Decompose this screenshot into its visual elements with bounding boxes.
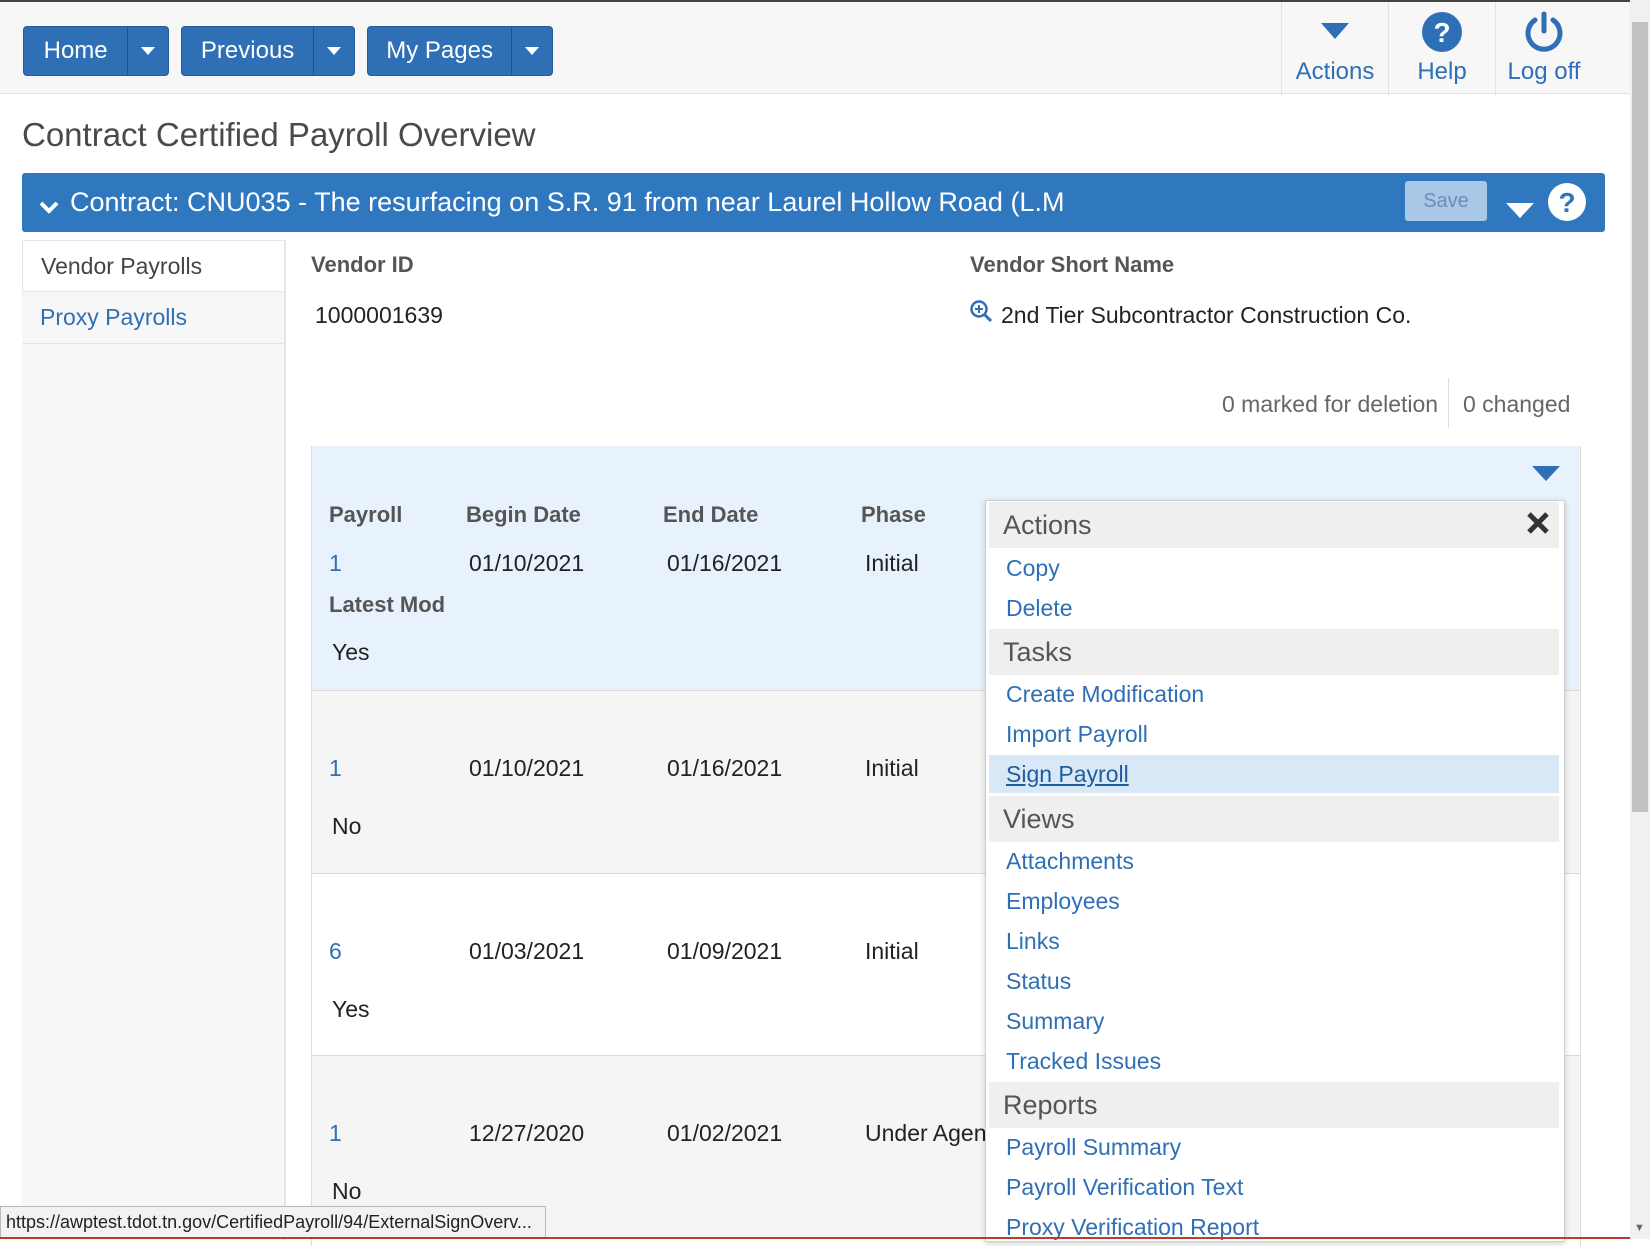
power-icon: [1523, 6, 1565, 58]
menu-section-reports: Reports: [989, 1082, 1559, 1128]
actions-dropdown-menu: Actions Copy Delete Tasks Create Modific…: [985, 500, 1565, 1242]
my-pages-button[interactable]: My Pages: [367, 26, 553, 76]
contract-title: Contract: CNU035 - The resurfacing on S.…: [70, 187, 1065, 217]
top-toolbar: Home Previous My Pages Actions ? Help Lo…: [0, 0, 1630, 96]
latest-mod-cell: Yes: [332, 639, 370, 665]
contract-menu-caret-icon[interactable]: [1506, 195, 1534, 226]
scroll-down-arrow-icon[interactable]: ▼: [1634, 1222, 1645, 1234]
column-header-end-date: End Date: [663, 502, 759, 527]
menu-section-views: Views: [989, 796, 1559, 842]
begin-date-cell: 01/10/2021: [469, 755, 585, 781]
begin-date-cell: 01/10/2021: [469, 550, 585, 576]
row-menu-caret-icon[interactable]: [1532, 466, 1560, 487]
caret-down-icon: [1321, 6, 1349, 58]
marked-for-deletion-count: 0 marked for deletion: [1222, 391, 1439, 417]
phase-cell: Initial: [865, 755, 919, 781]
previous-button[interactable]: Previous: [181, 26, 355, 76]
column-header-begin-date: Begin Date: [466, 502, 581, 527]
sidebar-item-vendor-payrolls[interactable]: Vendor Payrolls: [22, 240, 284, 292]
scrollbar-thumb[interactable]: [1632, 22, 1648, 812]
vendor-id-label: Vendor ID: [311, 252, 414, 277]
payroll-link[interactable]: 1: [329, 1120, 342, 1147]
payroll-link[interactable]: 6: [329, 938, 342, 965]
vendor-short-name-value: 2nd Tier Subcontractor Construction Co.: [1001, 302, 1412, 328]
vendor-short-name-label: Vendor Short Name: [970, 252, 1175, 277]
column-header-payroll: Payroll: [329, 502, 403, 527]
actions-toolbar-button[interactable]: Actions: [1281, 2, 1388, 96]
latest-mod-cell: No: [332, 1178, 362, 1204]
latest-mod-cell: No: [332, 813, 362, 839]
status-bar-url: https://awptest.tdot.tn.gov/CertifiedPay…: [0, 1206, 546, 1239]
menu-section-views-label: Views: [1003, 803, 1075, 834]
previous-button-label[interactable]: Previous: [182, 27, 315, 75]
logoff-toolbar-button[interactable]: Log off: [1495, 2, 1592, 96]
begin-date-cell: 01/03/2021: [469, 938, 585, 964]
menu-item-copy[interactable]: Copy: [989, 549, 1559, 587]
changed-count: 0 changed: [1463, 391, 1571, 417]
menu-item-payroll-verification-text[interactable]: Payroll Verification Text: [989, 1168, 1559, 1206]
menu-item-attachments[interactable]: Attachments: [989, 842, 1559, 880]
sidebar: Vendor Payrolls Proxy Payrolls: [22, 240, 286, 1240]
save-button[interactable]: Save: [1405, 181, 1487, 221]
menu-section-tasks-label: Tasks: [1003, 636, 1073, 667]
svg-text:?: ?: [1433, 17, 1450, 48]
phase-cell: Initial: [865, 938, 919, 964]
menu-item-employees[interactable]: Employees: [989, 882, 1559, 920]
my-pages-dropdown-icon[interactable]: [512, 27, 552, 75]
menu-item-links[interactable]: Links: [989, 922, 1559, 960]
menu-item-summary[interactable]: Summary: [989, 1002, 1559, 1040]
help-toolbar-label: Help: [1417, 58, 1467, 85]
counts-divider: [1448, 378, 1449, 428]
column-header-latest-mod: Latest Mod: [329, 592, 446, 617]
end-date-cell: 01/09/2021: [667, 938, 783, 964]
begin-date-cell: 12/27/2020: [469, 1120, 585, 1146]
home-dropdown-icon[interactable]: [128, 27, 168, 75]
payroll-link[interactable]: 1: [329, 755, 342, 782]
menu-item-tracked-issues[interactable]: Tracked Issues: [989, 1042, 1559, 1080]
contract-header-bar: Contract: CNU035 - The resurfacing on S.…: [22, 173, 1605, 232]
vendor-id-value: 1000001639: [315, 302, 443, 328]
previous-dropdown-icon[interactable]: [314, 27, 354, 75]
payroll-link[interactable]: 1: [329, 550, 342, 577]
menu-section-reports-label: Reports: [1003, 1089, 1098, 1120]
sidebar-item-proxy-payrolls[interactable]: Proxy Payrolls: [22, 292, 284, 344]
menu-item-delete[interactable]: Delete: [989, 589, 1559, 627]
menu-section-actions: Actions: [989, 502, 1559, 548]
svg-text:?: ?: [1558, 187, 1575, 218]
menu-item-payroll-summary[interactable]: Payroll Summary: [989, 1128, 1559, 1166]
column-header-phase: Phase: [861, 502, 926, 527]
page-title: Contract Certified Payroll Overview: [22, 116, 536, 153]
latest-mod-cell: Yes: [332, 996, 370, 1022]
menu-item-status[interactable]: Status: [989, 962, 1559, 1000]
my-pages-button-label[interactable]: My Pages: [368, 27, 513, 75]
end-date-cell: 01/16/2021: [667, 755, 783, 781]
menu-item-import-payroll[interactable]: Import Payroll: [989, 715, 1559, 753]
menu-item-sign-payroll[interactable]: Sign Payroll: [989, 755, 1559, 793]
chevron-down-icon[interactable]: [38, 192, 60, 223]
phase-cell: Under Agen: [865, 1120, 987, 1146]
home-button-label[interactable]: Home: [24, 27, 129, 75]
zoom-in-icon[interactable]: [969, 299, 993, 328]
end-date-cell: 01/16/2021: [667, 550, 783, 576]
home-button[interactable]: Home: [23, 26, 169, 76]
phase-cell: Initial: [865, 550, 919, 576]
menu-section-actions-label: Actions: [1003, 509, 1092, 540]
contract-help-icon[interactable]: ?: [1547, 182, 1587, 229]
menu-section-tasks: Tasks: [989, 629, 1559, 675]
close-icon[interactable]: [1526, 511, 1550, 540]
end-date-cell: 01/02/2021: [667, 1120, 783, 1146]
logoff-toolbar-label: Log off: [1507, 58, 1581, 85]
help-circle-icon: ?: [1421, 6, 1463, 58]
help-toolbar-button[interactable]: ? Help: [1388, 2, 1495, 96]
menu-item-create-modification[interactable]: Create Modification: [989, 675, 1559, 713]
actions-toolbar-label: Actions: [1295, 58, 1375, 85]
